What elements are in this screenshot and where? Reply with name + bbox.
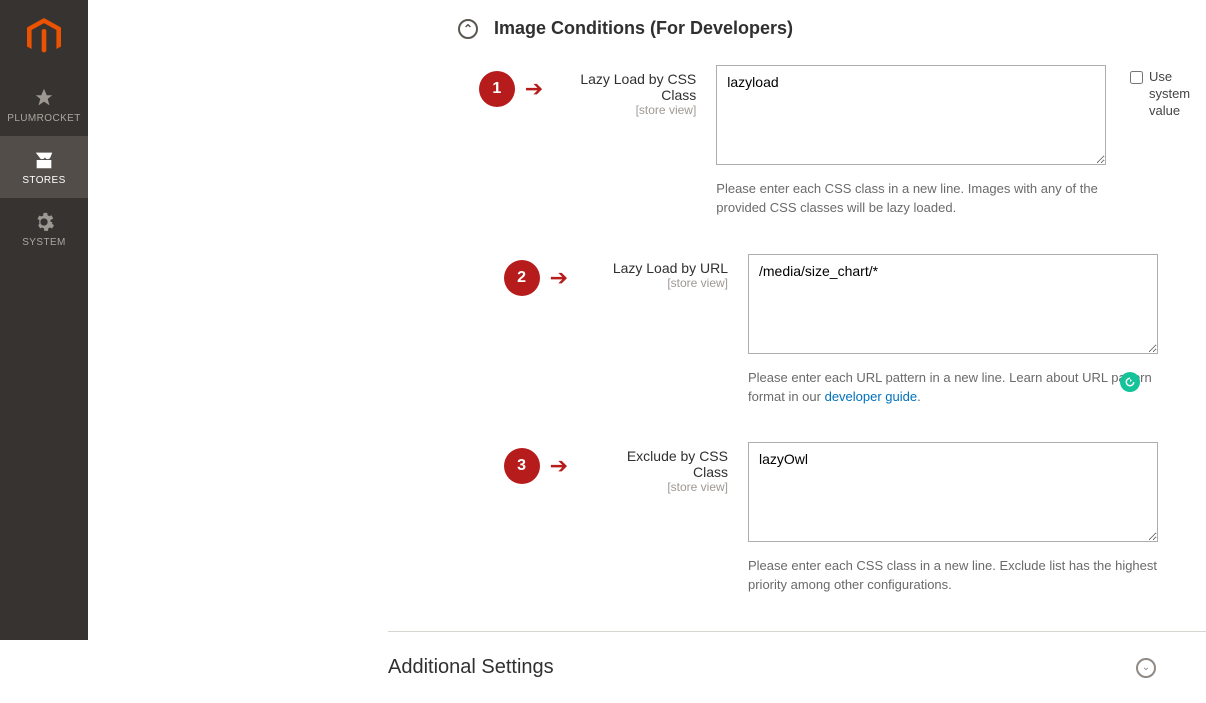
sidebar-item-label: SYSTEM bbox=[22, 237, 66, 248]
field-label: Lazy Load by CSS Class bbox=[563, 71, 696, 103]
annotation: 3 ➔ bbox=[88, 442, 588, 484]
field-hint-text: . bbox=[917, 389, 921, 404]
step-bubble-3: 3 bbox=[504, 448, 540, 484]
field-label-wrap: Exclude by CSS Class [store view] bbox=[588, 442, 748, 494]
arrow-right-icon: ➔ bbox=[550, 265, 568, 291]
arrow-right-icon: ➔ bbox=[550, 453, 568, 479]
sidebar-item-label: STORES bbox=[22, 175, 65, 186]
field-wrap: Please enter each CSS class in a new lin… bbox=[748, 442, 1158, 595]
sidebar-item-plumrocket[interactable]: PLUMROCKET bbox=[0, 74, 88, 136]
field-scope: [store view] bbox=[588, 276, 728, 290]
collapse-icon[interactable]: ⌃ bbox=[458, 19, 478, 39]
use-system-value-label[interactable]: Use system value bbox=[1130, 69, 1206, 120]
field-label-wrap: Lazy Load by CSS Class [store view] bbox=[563, 65, 716, 117]
field-label-wrap: Lazy Load by URL [store view] bbox=[588, 254, 748, 290]
config-row: 3 ➔ Exclude by CSS Class [store view] Pl… bbox=[88, 434, 1206, 603]
arrow-right-icon: ➔ bbox=[525, 76, 543, 102]
use-system-value-text: Use system value bbox=[1149, 69, 1206, 120]
field-scope: [store view] bbox=[588, 480, 728, 494]
config-row: 1 ➔ Lazy Load by CSS Class [store view] … bbox=[88, 57, 1206, 226]
lazyload-url-input[interactable] bbox=[748, 254, 1158, 354]
field-wrap: Please enter each URL pattern in a new l… bbox=[748, 254, 1158, 407]
field-label: Lazy Load by URL bbox=[588, 260, 728, 276]
image-conditions-section-head[interactable]: ⌃ Image Conditions (For Developers) bbox=[88, 0, 1206, 57]
lazyload-css-class-input[interactable] bbox=[716, 65, 1106, 165]
developer-guide-link[interactable]: developer guide bbox=[825, 389, 918, 404]
admin-sidebar: PLUMROCKET STORES SYSTEM bbox=[0, 0, 88, 640]
field-hint-text: Please enter each URL pattern in a new l… bbox=[748, 370, 1152, 404]
field-hint: Please enter each CSS class in a new lin… bbox=[716, 180, 1106, 218]
field-hint: Please enter each CSS class in a new lin… bbox=[748, 557, 1158, 595]
step-bubble-1: 1 bbox=[479, 71, 515, 107]
magento-logo[interactable] bbox=[0, 0, 88, 74]
plumrocket-icon bbox=[33, 87, 55, 109]
section-title: Image Conditions (For Developers) bbox=[494, 18, 793, 39]
sidebar-item-label: PLUMROCKET bbox=[7, 113, 80, 124]
field-label: Exclude by CSS Class bbox=[588, 448, 728, 480]
sidebar-item-system[interactable]: SYSTEM bbox=[0, 198, 88, 260]
exclude-css-class-input[interactable] bbox=[748, 442, 1158, 542]
field-wrap: Please enter each CSS class in a new lin… bbox=[716, 65, 1106, 218]
additional-settings-section-head[interactable]: Additional Settings ⌄ bbox=[88, 632, 1206, 703]
step-bubble-2: 2 bbox=[504, 260, 540, 296]
config-panel: ⌃ Image Conditions (For Developers) 1 ➔ … bbox=[88, 0, 1206, 703]
use-system-value-wrap: Use system value bbox=[1106, 65, 1206, 120]
field-scope: [store view] bbox=[563, 103, 696, 117]
annotation: 2 ➔ bbox=[88, 254, 588, 296]
annotation: 1 ➔ bbox=[88, 65, 563, 107]
stores-icon bbox=[33, 149, 55, 171]
expand-icon[interactable]: ⌄ bbox=[1136, 658, 1156, 678]
sidebar-item-stores[interactable]: STORES bbox=[0, 136, 88, 198]
magento-logo-icon bbox=[27, 18, 61, 56]
config-row: 2 ➔ Lazy Load by URL [store view] Please… bbox=[88, 246, 1206, 415]
gear-icon bbox=[33, 211, 55, 233]
field-hint: Please enter each URL pattern in a new l… bbox=[748, 369, 1158, 407]
use-system-value-checkbox[interactable] bbox=[1130, 71, 1143, 84]
section-title: Additional Settings bbox=[388, 656, 554, 679]
